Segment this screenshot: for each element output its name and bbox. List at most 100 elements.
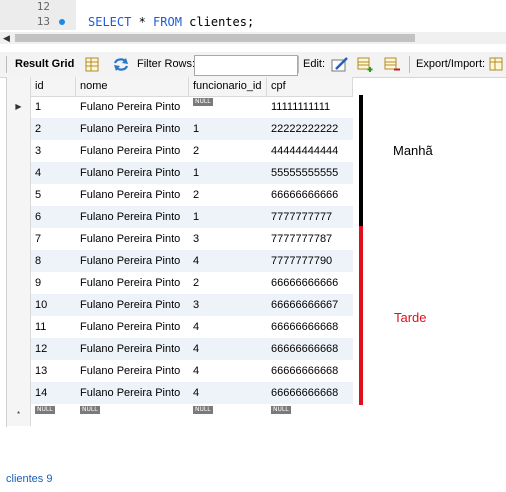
row-marker[interactable] xyxy=(7,360,31,382)
table-row[interactable]: 11 Fulano Pereira Pinto 4 66666666668 xyxy=(7,316,353,338)
result-tab-clientes[interactable]: clientes 9 xyxy=(6,466,52,489)
cell-cpf[interactable]: 7777777777 xyxy=(267,206,353,228)
row-marker[interactable] xyxy=(7,294,31,316)
table-row[interactable]: 12 Fulano Pereira Pinto 4 66666666668 xyxy=(7,338,353,360)
cell-nome[interactable]: Fulano Pereira Pinto xyxy=(76,360,189,382)
cell-nome[interactable]: Fulano Pereira Pinto xyxy=(76,140,189,162)
new-row-marker-icon[interactable]: * xyxy=(7,404,31,426)
cell-funcionario-id[interactable]: 4 xyxy=(189,250,267,272)
table-row[interactable]: 4 Fulano Pereira Pinto 1 55555555555 xyxy=(7,162,353,184)
table-row[interactable]: 10 Fulano Pereira Pinto 3 66666666667 xyxy=(7,294,353,316)
cell-id[interactable]: 3 xyxy=(31,140,76,162)
cell-id[interactable]: 8 xyxy=(31,250,76,272)
edit-cell-icon[interactable] xyxy=(331,57,348,72)
cell-cpf[interactable]: 66666666668 xyxy=(267,360,353,382)
table-row[interactable]: 6 Fulano Pereira Pinto 1 7777777777 xyxy=(7,206,353,228)
cell-funcionario-id[interactable]: 2 xyxy=(189,272,267,294)
table-row[interactable]: ▶ 1 Fulano Pereira Pinto NULL 11111111111 xyxy=(7,96,353,118)
sql-editor[interactable]: 12 13 SELECT * FROM clientes; xyxy=(0,0,506,30)
cell-cpf[interactable]: 66666666668 xyxy=(267,382,353,404)
cell-id[interactable]: 14 xyxy=(31,382,76,404)
cell-id[interactable]: NULL xyxy=(31,404,76,426)
grid-layout-icon[interactable] xyxy=(84,57,100,72)
scrollbar-thumb[interactable] xyxy=(15,34,415,42)
cell-nome[interactable]: Fulano Pereira Pinto xyxy=(76,184,189,206)
row-marker[interactable] xyxy=(7,382,31,404)
cell-id[interactable]: 2 xyxy=(31,118,76,140)
cell-id[interactable]: 13 xyxy=(31,360,76,382)
table-row[interactable]: 13 Fulano Pereira Pinto 4 66666666668 xyxy=(7,360,353,382)
cell-id[interactable]: 10 xyxy=(31,294,76,316)
cell-cpf[interactable]: 66666666668 xyxy=(267,316,353,338)
cell-nome[interactable]: Fulano Pereira Pinto xyxy=(76,118,189,140)
table-row[interactable]: 14 Fulano Pereira Pinto 4 66666666668 xyxy=(7,382,353,404)
refresh-icon[interactable] xyxy=(112,57,129,72)
row-marker[interactable] xyxy=(7,228,31,250)
table-row[interactable]: 3 Fulano Pereira Pinto 2 44444444444 xyxy=(7,140,353,162)
cell-cpf[interactable]: 66666666666 xyxy=(267,184,353,206)
column-header-funcionario-id[interactable]: funcionario_id xyxy=(189,77,267,96)
export-icon[interactable] xyxy=(489,57,505,72)
cell-cpf[interactable]: 11111111111 xyxy=(267,96,353,118)
row-marker[interactable] xyxy=(7,184,31,206)
cell-id[interactable]: 12 xyxy=(31,338,76,360)
cell-cpf[interactable]: 55555555555 xyxy=(267,162,353,184)
result-grid-tab[interactable]: Result Grid xyxy=(15,52,74,77)
scroll-left-icon[interactable]: ◀ xyxy=(3,32,10,44)
cell-nome[interactable]: Fulano Pereira Pinto xyxy=(76,316,189,338)
current-row-marker-icon[interactable]: ▶ xyxy=(7,96,31,118)
cell-cpf[interactable]: 7777777787 xyxy=(267,228,353,250)
cell-funcionario-id[interactable]: 4 xyxy=(189,316,267,338)
add-row-icon[interactable] xyxy=(357,57,373,72)
cell-funcionario-id[interactable]: 1 xyxy=(189,206,267,228)
code-line[interactable]: SELECT * FROM clientes; xyxy=(88,15,254,29)
cell-funcionario-id[interactable]: 2 xyxy=(189,140,267,162)
row-marker[interactable] xyxy=(7,272,31,294)
cell-nome[interactable]: Fulano Pereira Pinto xyxy=(76,382,189,404)
cell-id[interactable]: 11 xyxy=(31,316,76,338)
column-header-id[interactable]: id xyxy=(31,77,76,96)
cell-nome[interactable]: Fulano Pereira Pinto xyxy=(76,228,189,250)
cell-nome[interactable]: Fulano Pereira Pinto xyxy=(76,338,189,360)
cell-nome[interactable]: Fulano Pereira Pinto xyxy=(76,162,189,184)
cell-cpf[interactable]: 66666666668 xyxy=(267,338,353,360)
table-row[interactable]: 8 Fulano Pereira Pinto 4 7777777790 xyxy=(7,250,353,272)
cell-nome[interactable]: Fulano Pereira Pinto xyxy=(76,272,189,294)
cell-nome[interactable]: Fulano Pereira Pinto xyxy=(76,206,189,228)
cell-funcionario-id[interactable]: 4 xyxy=(189,338,267,360)
column-header-cpf[interactable]: cpf xyxy=(267,77,353,96)
row-marker[interactable] xyxy=(7,162,31,184)
row-marker[interactable] xyxy=(7,140,31,162)
cell-id[interactable]: 1 xyxy=(31,96,76,118)
cell-funcionario-id[interactable]: 3 xyxy=(189,294,267,316)
result-grid[interactable]: id nome funcionario_id cpf ▶ 1 Fulano Pere… xyxy=(6,77,353,427)
horizontal-scrollbar[interactable]: ◀ xyxy=(0,32,506,44)
cell-nome[interactable]: Fulano Pereira Pinto xyxy=(76,250,189,272)
cell-cpf[interactable]: 44444444444 xyxy=(267,140,353,162)
row-marker[interactable] xyxy=(7,316,31,338)
cell-funcionario-id[interactable]: NULL xyxy=(189,404,267,426)
cell-nome[interactable]: NULL xyxy=(76,404,189,426)
cell-id[interactable]: 7 xyxy=(31,228,76,250)
cell-funcionario-id[interactable]: 1 xyxy=(189,118,267,140)
cell-funcionario-id[interactable]: 1 xyxy=(189,162,267,184)
column-header-nome[interactable]: nome xyxy=(76,77,189,96)
cell-cpf[interactable]: 66666666666 xyxy=(267,272,353,294)
cell-cpf[interactable]: 22222222222 xyxy=(267,118,353,140)
row-marker[interactable] xyxy=(7,338,31,360)
cell-nome[interactable]: Fulano Pereira Pinto xyxy=(76,294,189,316)
cell-id[interactable]: 4 xyxy=(31,162,76,184)
cell-id[interactable]: 9 xyxy=(31,272,76,294)
table-row[interactable]: 7 Fulano Pereira Pinto 3 7777777787 xyxy=(7,228,353,250)
row-marker[interactable] xyxy=(7,206,31,228)
cell-funcionario-id[interactable]: NULL xyxy=(189,96,267,118)
cell-id[interactable]: 6 xyxy=(31,206,76,228)
new-row[interactable]: * NULL NULL NULL NULL xyxy=(7,404,353,426)
row-marker[interactable] xyxy=(7,250,31,272)
cell-cpf[interactable]: NULL xyxy=(267,404,353,426)
cell-cpf[interactable]: 7777777790 xyxy=(267,250,353,272)
cell-id[interactable]: 5 xyxy=(31,184,76,206)
cell-funcionario-id[interactable]: 2 xyxy=(189,184,267,206)
filter-rows-input[interactable] xyxy=(194,55,298,76)
delete-row-icon[interactable] xyxy=(384,57,400,72)
